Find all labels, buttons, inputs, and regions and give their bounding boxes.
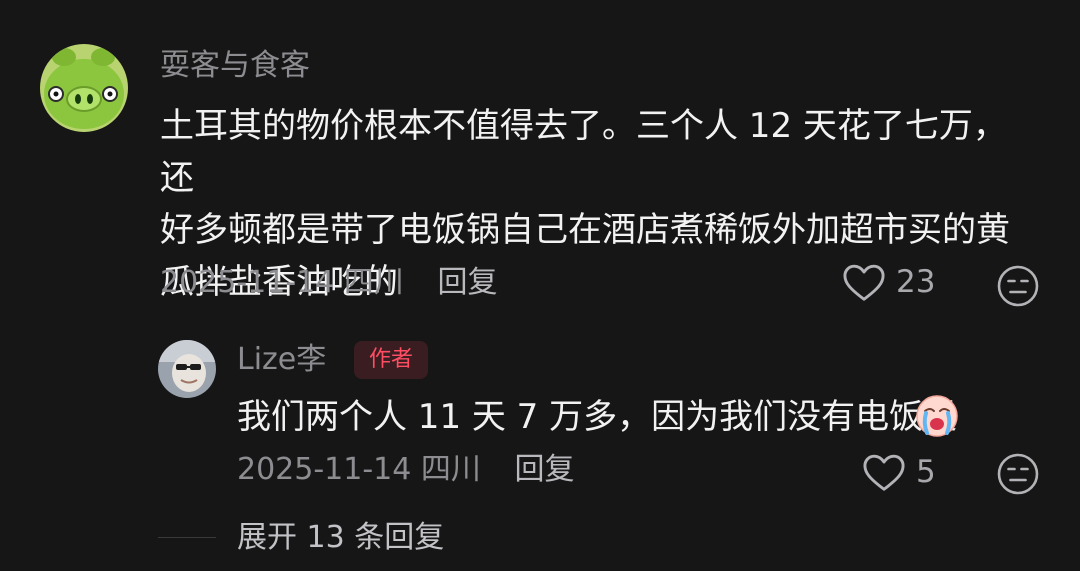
like-button[interactable]: 23 bbox=[842, 262, 935, 302]
dislike-button[interactable] bbox=[996, 264, 1040, 312]
meh-face-icon bbox=[997, 453, 1039, 495]
heart-outline-icon bbox=[863, 454, 905, 491]
comment-username[interactable]: 耍客与食客 bbox=[160, 46, 310, 86]
reply-meta: 2025-11-14 四川 回复 bbox=[237, 450, 574, 490]
comment-date: 2025-11-14 bbox=[160, 265, 335, 300]
reply-reply-button[interactable]: 回复 bbox=[514, 452, 574, 487]
reply-location: 四川 bbox=[420, 452, 481, 487]
author-badge: 作者 bbox=[354, 341, 428, 379]
reply-dislike-button[interactable] bbox=[996, 452, 1040, 500]
crying-face-emoji-icon bbox=[914, 393, 960, 439]
divider bbox=[158, 537, 216, 538]
reply-date: 2025-11-14 bbox=[237, 452, 412, 487]
comment-meta: 2025-11-14 四川 回复 bbox=[160, 263, 497, 303]
comment-location: 四川 bbox=[343, 265, 404, 300]
reply-text: 我们两个人 11 天 7 万多，因为我们没有电饭煲 bbox=[237, 397, 958, 437]
avatar[interactable] bbox=[40, 44, 128, 132]
heart-outline-icon bbox=[843, 264, 885, 301]
reply-like-button[interactable]: 5 bbox=[862, 452, 936, 492]
reply-button[interactable]: 回复 bbox=[437, 265, 497, 300]
reply-username[interactable]: Lize李 bbox=[237, 340, 326, 380]
photo-avatar-icon bbox=[158, 340, 216, 398]
meh-face-icon bbox=[997, 265, 1039, 307]
reply-avatar[interactable] bbox=[158, 340, 216, 398]
reply-like-count: 5 bbox=[916, 454, 936, 490]
like-count: 23 bbox=[896, 264, 936, 300]
expand-replies-button[interactable]: 展开 13 条回复 bbox=[237, 518, 444, 558]
green-pig-avatar-icon bbox=[40, 44, 128, 132]
